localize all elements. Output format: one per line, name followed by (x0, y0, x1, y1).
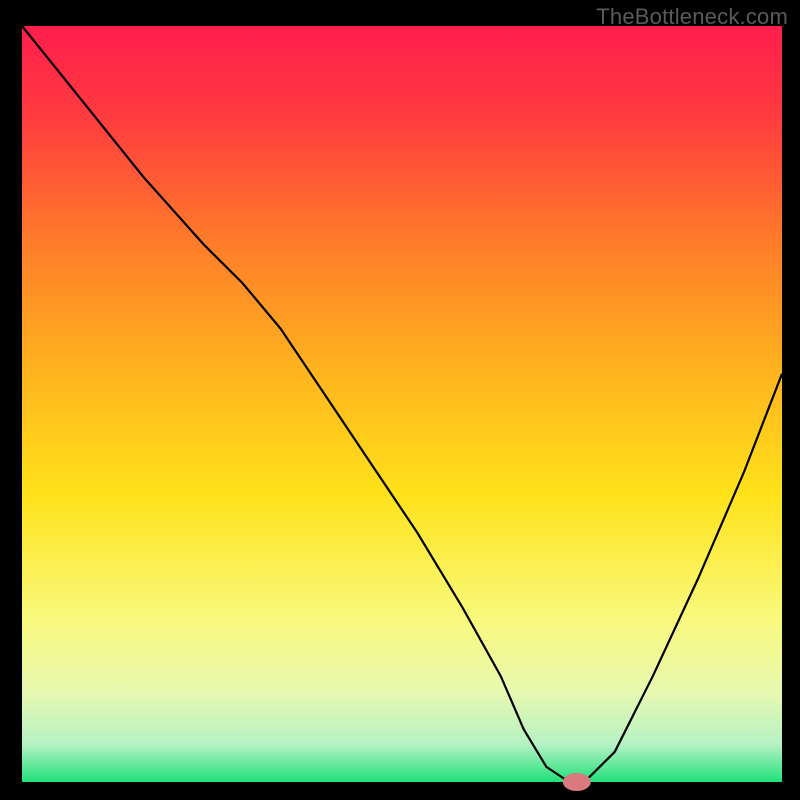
chart-svg (0, 0, 800, 800)
bottleneck-chart: TheBottleneck.com (0, 0, 800, 800)
watermark-text: TheBottleneck.com (596, 4, 788, 30)
optimal-point-marker (563, 773, 591, 791)
gradient-background (22, 26, 782, 782)
